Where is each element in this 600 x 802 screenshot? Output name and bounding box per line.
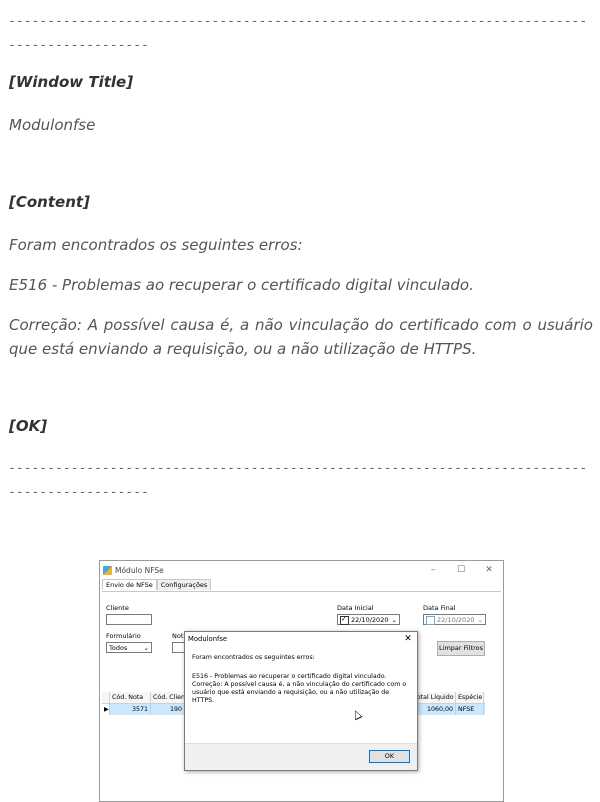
data-inicial-picker[interactable]: 22/10/2020⌄ (337, 614, 400, 625)
data-final-picker[interactable]: 22/10/2020 ⌄ (423, 614, 486, 625)
tab-configuracoes[interactable]: Configurações (156, 579, 212, 590)
screenshot-image: Módulo NFSe – ☐ ✕ Envio de NFSe Configur… (99, 560, 504, 802)
cliente-input[interactable] (106, 614, 152, 625)
chevron-down-icon: ⌄ (477, 616, 483, 624)
app-titlebar: Módulo NFSe – ☐ ✕ (100, 561, 503, 579)
data-inicial-checkbox[interactable] (340, 614, 349, 625)
window-title-value: Modulonfse (9, 116, 96, 134)
maximize-icon[interactable]: ☐ (447, 565, 475, 575)
limpar-filtros-button[interactable]: Limpar Filtros (437, 641, 485, 656)
data-inicial-label: Data Inicial (337, 604, 374, 612)
row-pointer-icon: ▶ (102, 704, 110, 715)
data-final-label: Data Final (423, 604, 456, 612)
content-line-1: Foram encontrados os seguintes erros: (9, 236, 303, 254)
separator-top: ----------------------------------------… (8, 14, 588, 53)
grid-header-especie[interactable]: Espécie (456, 692, 484, 703)
minimize-icon[interactable]: – (419, 565, 447, 575)
dialog-title: Modulonfse (188, 635, 228, 643)
content-label: [Content] (9, 193, 90, 211)
dialog-line-3: Correção: A possível causa é, a não vinc… (192, 681, 407, 704)
data-final-checkbox[interactable] (426, 615, 435, 625)
close-icon[interactable]: ✕ (475, 565, 503, 575)
app-title: Módulo NFSe (115, 565, 164, 575)
dialog-line-1: Foram encontrados os seguintes erros: (192, 654, 315, 661)
dialog-line-2: E516 - Problemas ao recuperar o certific… (192, 673, 387, 680)
error-dialog: Modulonfse ✕ Foram encontrados os seguin… (184, 631, 418, 771)
formulario-select[interactable]: Todos ⌄ (106, 642, 152, 653)
content-line-2: E516 - Problemas ao recuperar o certific… (9, 276, 474, 294)
grid-header-total-liquido[interactable]: Total Líquido (412, 692, 456, 703)
separator-bottom: ----------------------------------------… (8, 461, 588, 500)
ok-label: [OK] (9, 417, 48, 435)
chevron-down-icon: ⌄ (391, 616, 397, 624)
grid-header-cod-cliente[interactable]: Cód. Client (151, 692, 185, 703)
dialog-close-icon[interactable]: ✕ (399, 634, 417, 644)
tab-envio-nfse[interactable]: Envio de NFSe (102, 579, 157, 590)
grid-header-cod-nota[interactable]: Cód. Nota (110, 692, 151, 703)
window-title-label: [Window Title] (9, 73, 134, 91)
formulario-label: Formulário (106, 632, 141, 640)
cliente-label: Cliente (106, 604, 129, 612)
dialog-message: Foram encontrados os seguintes erros: E5… (192, 654, 409, 705)
content-line-3: Correção: A possível causa é, a não vinc… (9, 316, 593, 358)
ok-button[interactable]: OK (369, 750, 410, 763)
chevron-down-icon: ⌄ (143, 644, 149, 652)
app-icon (103, 565, 112, 575)
